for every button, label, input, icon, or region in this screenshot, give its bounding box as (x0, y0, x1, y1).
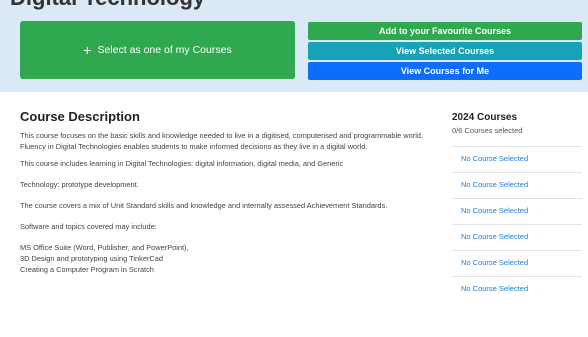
page-title: Digital Technology (10, 0, 205, 11)
course-slot-3[interactable]: No Course Selected (452, 198, 582, 222)
view-courses-for-me-button[interactable]: View Courses for Me (308, 62, 582, 80)
course-slot-6[interactable]: No Course Selected (452, 276, 582, 300)
courses-selected-count: 0/6 Courses selected (452, 126, 523, 135)
course-slot-4[interactable]: No Course Selected (452, 224, 582, 248)
topic-item: 3D Design and prototyping using TinkerCa… (20, 254, 163, 263)
courses-heading: 2024 Courses (452, 112, 518, 123)
description-paragraph: Technology: prototype development. (20, 180, 139, 189)
topic-item: Creating a Computer Program in Scratch (20, 265, 154, 274)
select-course-button[interactable]: + Select as one of my Courses (20, 21, 295, 79)
description-paragraph: This course focuses on the basic skills … (20, 131, 424, 151)
description-paragraph: The course covers a mix of Unit Standard… (20, 201, 388, 210)
course-description: Course Description This course focuses o… (20, 109, 440, 275)
selected-courses-panel: 2024 Courses 0/6 Courses selected (452, 112, 584, 135)
add-favourite-button[interactable]: Add to your Favourite Courses (308, 22, 582, 40)
course-slot-5[interactable]: No Course Selected (452, 250, 582, 274)
view-selected-courses-button[interactable]: View Selected Courses (308, 42, 582, 60)
plus-icon: + (83, 42, 92, 58)
course-slot-2[interactable]: No Course Selected (452, 172, 582, 196)
description-paragraph: This course includes learning in Digital… (20, 159, 344, 168)
course-description-heading: Course Description (20, 109, 140, 124)
topic-item: MS Office Suite (Word, Publisher, and Po… (20, 243, 189, 252)
course-slot-1[interactable]: No Course Selected (452, 146, 582, 170)
select-course-label: Select as one of my Courses (97, 44, 232, 56)
description-paragraph: Software and topics covered may include: (20, 222, 157, 231)
